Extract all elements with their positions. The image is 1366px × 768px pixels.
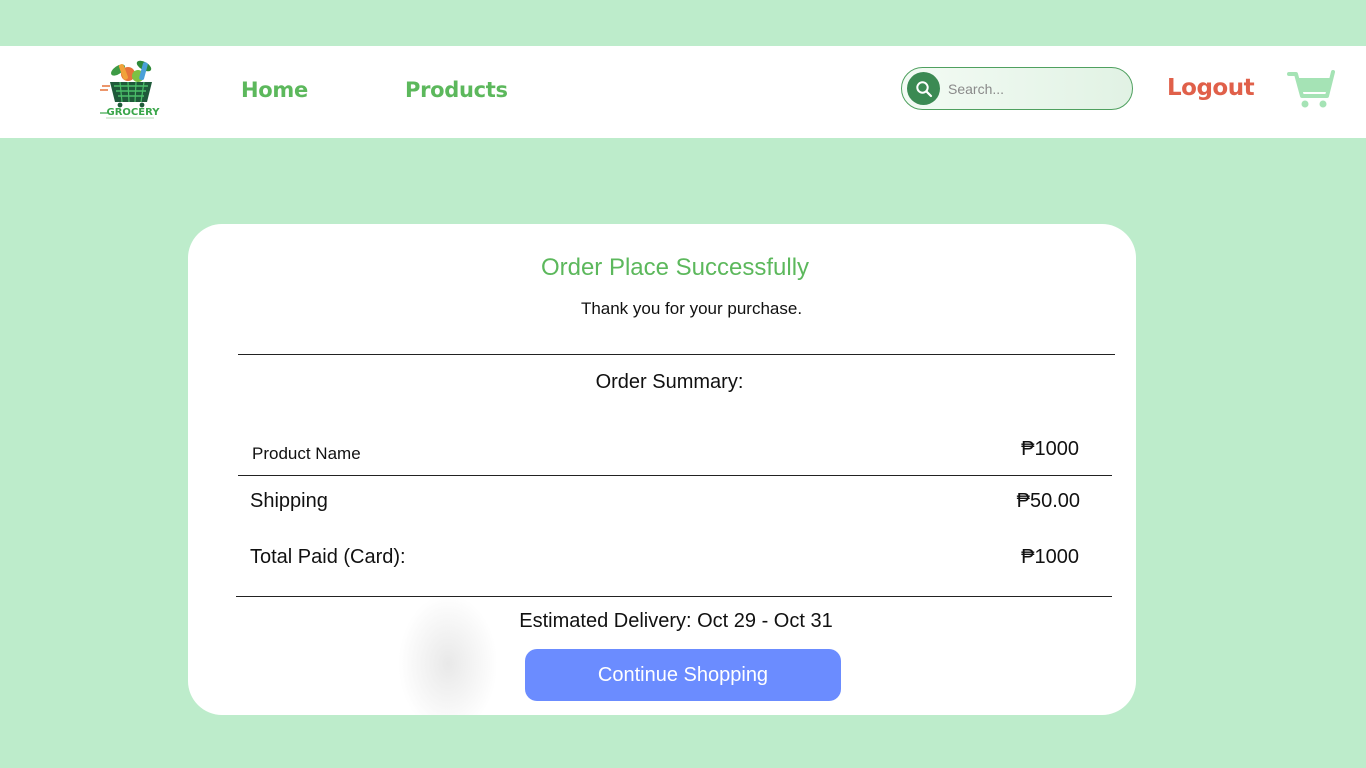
search-icon [915, 80, 932, 97]
shipping-label: Shipping [250, 490, 328, 512]
total-paid-label: Total Paid (Card): [250, 546, 406, 568]
product-price: ₱1000 [1021, 438, 1079, 460]
top-navigation-bar: GROCERY Home Products Logout [0, 46, 1366, 138]
thank-you-message: Thank you for your purchase. [580, 299, 803, 318]
product-name-label: Product Name [252, 444, 361, 463]
order-confirmation-card: Order Place Successfully Thank you for y… [188, 224, 1136, 715]
order-success-title: Order Place Successfully [540, 254, 810, 281]
divider [236, 596, 1112, 598]
search-input[interactable] [948, 75, 1124, 102]
divider [238, 354, 1115, 356]
cart-button[interactable] [1287, 68, 1337, 110]
grocery-basket-logo-icon: GROCERY [100, 60, 161, 119]
shipping-amount: ₱50.00 [1016, 490, 1080, 512]
cart-icon [1287, 70, 1335, 108]
grocery-logo[interactable]: GROCERY [98, 56, 162, 120]
search-button[interactable] [907, 72, 940, 105]
continue-shopping-button[interactable]: Continue Shopping [525, 649, 841, 701]
logout-button[interactable]: Logout [1167, 75, 1255, 101]
page: GROCERY Home Products Logout [0, 0, 1366, 768]
svg-text:GROCERY: GROCERY [107, 107, 161, 118]
total-paid-amount: ₱1000 [1021, 546, 1079, 568]
nav-home-link[interactable]: Home [241, 78, 308, 102]
estimated-delivery-text: Estimated Delivery: Oct 29 - Oct 31 [519, 610, 833, 632]
order-summary-heading: Order Summary: [595, 371, 744, 393]
search-bar [901, 67, 1133, 110]
nav-products-link[interactable]: Products [405, 78, 508, 102]
divider [238, 475, 1112, 477]
